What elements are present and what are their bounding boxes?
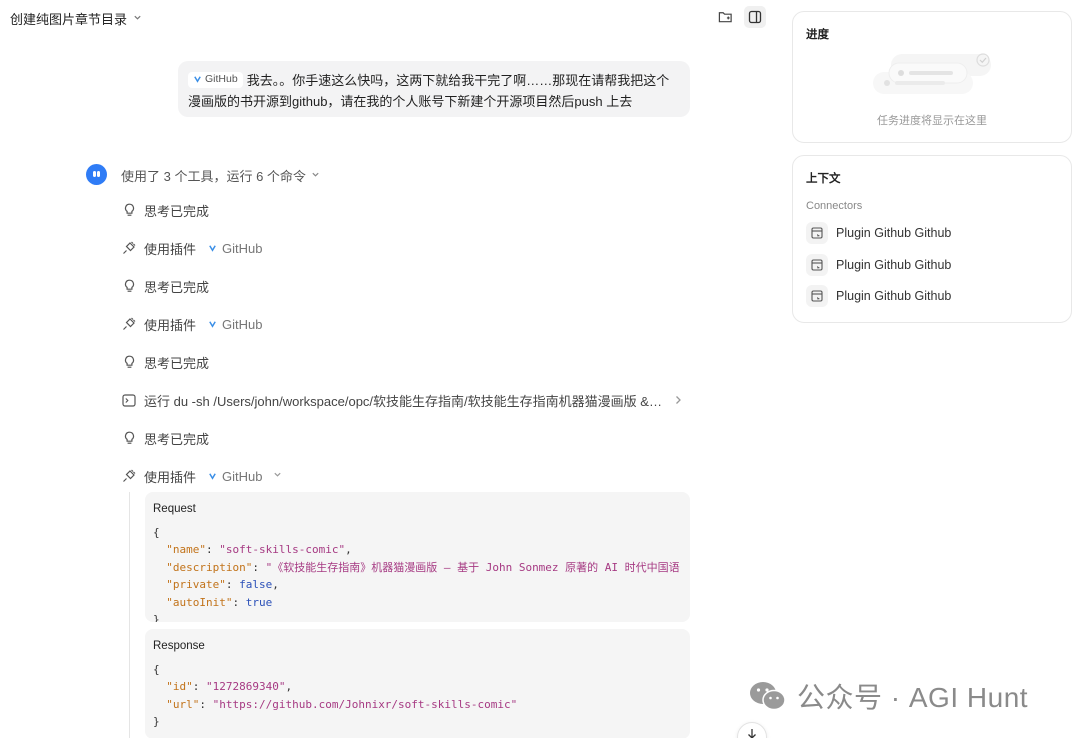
tools-summary-toggle[interactable]: 使用了 3 个工具，运行 6 个命令 [121,166,320,185]
sidebar-icon [748,10,762,24]
connector-item[interactable]: Plugin Github Github [806,254,951,276]
connector-item[interactable]: Plugin Github Github [806,222,951,244]
plugin-name: GitHub [208,469,262,484]
step-think[interactable]: 思考已完成 [122,199,209,221]
conversation-title[interactable]: 创建纯图片章节目录 [10,9,142,28]
connector-label: Plugin Github Github [836,289,952,303]
plug-icon [122,241,136,255]
folder-icon [718,12,732,23]
connector-icon [806,285,828,307]
plug-icon [122,317,136,331]
lightbulb-icon [122,279,136,293]
plugin-label: GitHub [222,316,263,332]
progress-panel: 进度 任务进度将显示在这里 [792,11,1072,143]
connector-icon [806,254,828,276]
chevron-down-icon [311,170,320,182]
response-label: Response [153,640,205,652]
step-label: 思考已完成 [144,279,210,295]
request-label: Request [153,503,196,515]
step-plugin[interactable]: 使用插件 GitHub [122,237,262,259]
toggle-sidebar-button[interactable] [744,6,766,28]
step-think[interactable]: 思考已完成 [122,351,209,373]
step-label: 思考已完成 [144,431,210,447]
github-plugin-icon [209,472,216,480]
empty-progress-illustration [873,53,991,94]
request-json: { "name": "soft-skills-comic", "descript… [153,526,680,622]
progress-empty-text: 任务进度将显示在这里 [877,115,987,127]
step-label: 运行 du -sh /Users/john/workspace/opc/软技能生… [144,393,664,409]
terminal-icon [122,393,136,407]
scroll-to-bottom-button[interactable] [737,722,767,738]
chevron-right-icon [674,393,682,408]
step-label: 思考已完成 [144,203,210,219]
progress-title: 进度 [806,29,829,41]
conversation-title-text: 创建纯图片章节目录 [10,12,128,27]
top-bar: 创建纯图片章节目录 [0,0,775,34]
github-plugin-icon [194,76,201,83]
step-think[interactable]: 思考已完成 [122,275,209,297]
context-panel: 上下文 Connectors Plugin Github Github Plug… [792,155,1072,323]
step-label: 使用插件 [144,241,197,257]
user-message-bubble: GitHub 我去。。你手速这么快吗，这两下就给我干完了啊……那现在请帮我把这个… [178,61,690,117]
lightbulb-icon [122,203,136,217]
connector-icon [806,222,828,244]
chip-label: GitHub [205,73,238,85]
arrow-down-icon [748,729,756,738]
step-plugin[interactable]: 使用插件 GitHub [122,313,262,335]
expanded-step-guide-line [129,492,130,738]
step-run-command[interactable]: 运行 du -sh /Users/john/workspace/opc/软技能生… [122,389,682,411]
assistant-avatar [86,164,107,185]
step-plugin-expanded[interactable]: 使用插件 GitHub [122,465,282,487]
watermark-text: 公众号 · AGI Hunt [797,682,1029,713]
user-message-text: 我去。。你手速这么快吗，这两下就给我干完了啊……那现在请帮我把这个漫画版的书开源… [188,73,670,109]
plug-icon [122,469,136,483]
connector-label: Plugin Github Github [836,226,952,240]
lightbulb-icon [122,431,136,445]
github-plugin-icon [209,244,216,252]
step-label: 使用插件 [144,317,197,333]
chevron-down-icon [273,470,282,482]
plugin-name: GitHub [208,317,262,332]
plugin-name: GitHub [208,241,262,256]
tools-summary-text: 使用了 3 个工具，运行 6 个命令 [121,169,306,184]
plugin-label: GitHub [222,240,263,256]
plugin-label: GitHub [222,468,263,484]
watermark: 公众号 · AGI Hunt [749,676,1028,716]
chevron-down-icon [133,13,142,25]
step-label: 思考已完成 [144,355,210,371]
request-card: Request { "name": "soft-skills-comic", "… [145,492,690,622]
github-plugin-icon [209,320,216,328]
open-folder-button[interactable] [714,6,736,28]
context-title: 上下文 [806,173,841,185]
github-mention-chip[interactable]: GitHub [188,71,243,88]
step-label: 使用插件 [144,469,197,485]
connector-label: Plugin Github Github [836,258,952,272]
connector-item[interactable]: Plugin Github Github [806,285,951,307]
step-think[interactable]: 思考已完成 [122,427,209,449]
lightbulb-icon [122,355,136,369]
wechat-icon [750,682,786,711]
response-json: { "id": "1272869340", "url": "https://gi… [153,663,518,729]
response-card: Response { "id": "1272869340", "url": "h… [145,629,690,738]
connectors-section-label: Connectors [806,200,863,212]
